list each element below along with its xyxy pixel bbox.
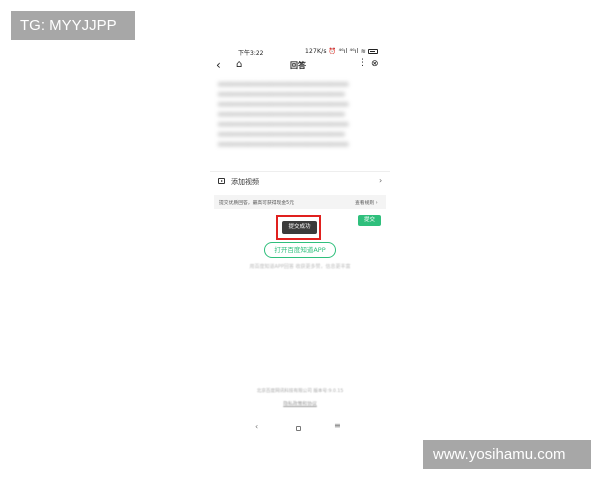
title-bar: ‹ ⌂ 回答 ⋮ ⊗	[210, 58, 390, 74]
chevron-right-icon: ›	[379, 176, 383, 185]
answer-line: xxxxxxxxxxxxxxxxxxxxxxxxxxxxxxxxxxx	[218, 121, 349, 128]
status-bar: 下午3:22 127K/s ⏰ ⁴⁶ıl ⁴⁶ıl ≋	[210, 44, 390, 58]
nav-back-icon[interactable]: ‹	[255, 422, 258, 431]
nav-menu-icon[interactable]: ≡	[334, 421, 341, 430]
answer-line: xxxxxxxxxxxxxxxxxxxxxxxxxxxxxxxxxxx	[218, 101, 349, 108]
divider	[210, 171, 390, 172]
reward-bar: 提交优质回答，最高可获得现金5元 查看规则 ›	[214, 195, 386, 209]
home-icon[interactable]: ⌂	[236, 59, 242, 70]
reward-text: 提交优质回答，最高可获得现金5元	[219, 201, 295, 206]
battery-icon	[368, 49, 378, 54]
close-icon[interactable]: ⊗	[371, 59, 379, 69]
watermark-top-left: TG: MYYJJPP	[11, 11, 135, 40]
video-icon	[218, 178, 225, 184]
page-title: 回答	[290, 61, 306, 70]
app-hint-text: 用百度知道APP回答 收获更多赞，信息更丰富	[249, 264, 351, 270]
privacy-policy-link[interactable]: 隐私政策和协议	[210, 400, 390, 407]
status-time: 下午3:22	[238, 50, 264, 57]
open-app-button[interactable]: 打开百度知道APP	[264, 242, 336, 258]
answer-line: xxxxxxxxxxxxxxxxxxxxxxxxxxxxxxxxxxx	[218, 141, 349, 148]
back-icon[interactable]: ‹	[216, 58, 221, 72]
nav-home-icon[interactable]	[296, 426, 301, 431]
watermark-bottom-right: www.yosihamu.com	[423, 440, 591, 469]
system-nav-bar: ‹ ≡	[210, 421, 390, 436]
answer-line: xxxxxxxxxxxxxxxxxxxxxxxxxxxxxxxxxx	[218, 131, 345, 138]
submit-button[interactable]: 提交	[358, 215, 381, 226]
add-video-label: 添加视频	[231, 178, 259, 186]
status-network: 127K/s ⏰ ⁴⁶ıl ⁴⁶ıl ≋	[305, 48, 366, 55]
view-rules-link[interactable]: 查看规则 ›	[355, 199, 378, 206]
success-toast: 提交成功	[282, 221, 317, 234]
answer-line: xxxxxxxxxxxxxxxxxxxxxxxxxxxxxxxxxx	[218, 91, 345, 98]
answer-text-area[interactable]: xxxxxxxxxxxxxxxxxxxxxxxxxxxxxxxxxxx xxxx…	[218, 80, 384, 150]
add-video-row[interactable]: 添加视频 ›	[218, 176, 384, 190]
footer-company: 北京百度网讯科技有限公司 版本号:9.0.15	[256, 389, 344, 394]
more-icon[interactable]: ⋮	[358, 58, 367, 68]
answer-line: xxxxxxxxxxxxxxxxxxxxxxxxxxxxxxxxxx	[218, 111, 345, 118]
phone-screen: 下午3:22 127K/s ⏰ ⁴⁶ıl ⁴⁶ıl ≋ ‹ ⌂ 回答 ⋮ ⊗ x…	[210, 44, 390, 439]
answer-line: xxxxxxxxxxxxxxxxxxxxxxxxxxxxxxxxxxx	[218, 81, 349, 88]
